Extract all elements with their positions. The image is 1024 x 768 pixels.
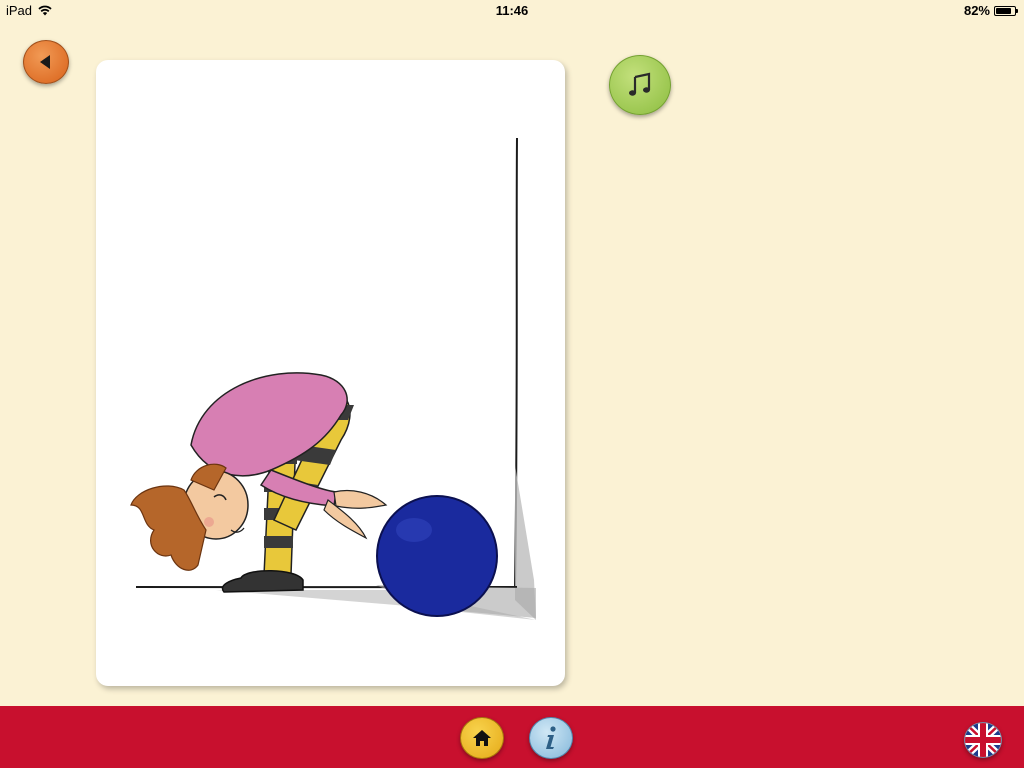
bottom-bar: [0, 706, 1024, 768]
battery-icon: [994, 5, 1018, 16]
language-button[interactable]: [964, 722, 1002, 758]
info-button[interactable]: [529, 717, 573, 759]
story-illustration: [130, 137, 536, 620]
clock: 11:46: [495, 3, 529, 18]
status-bar: iPad 11:46 82%: [0, 0, 1024, 22]
uk-flag-icon: [965, 723, 1001, 757]
battery-fill: [996, 7, 1011, 14]
home-button[interactable]: [460, 717, 504, 759]
music-button[interactable]: [609, 55, 671, 115]
info-icon: [546, 726, 556, 749]
house-icon: [473, 730, 491, 746]
music-note-icon: [629, 72, 651, 96]
battery-percent: 82%: [963, 3, 990, 18]
triangle-left-icon: [40, 55, 50, 69]
back-button[interactable]: [23, 40, 69, 84]
story-page: [96, 60, 565, 686]
